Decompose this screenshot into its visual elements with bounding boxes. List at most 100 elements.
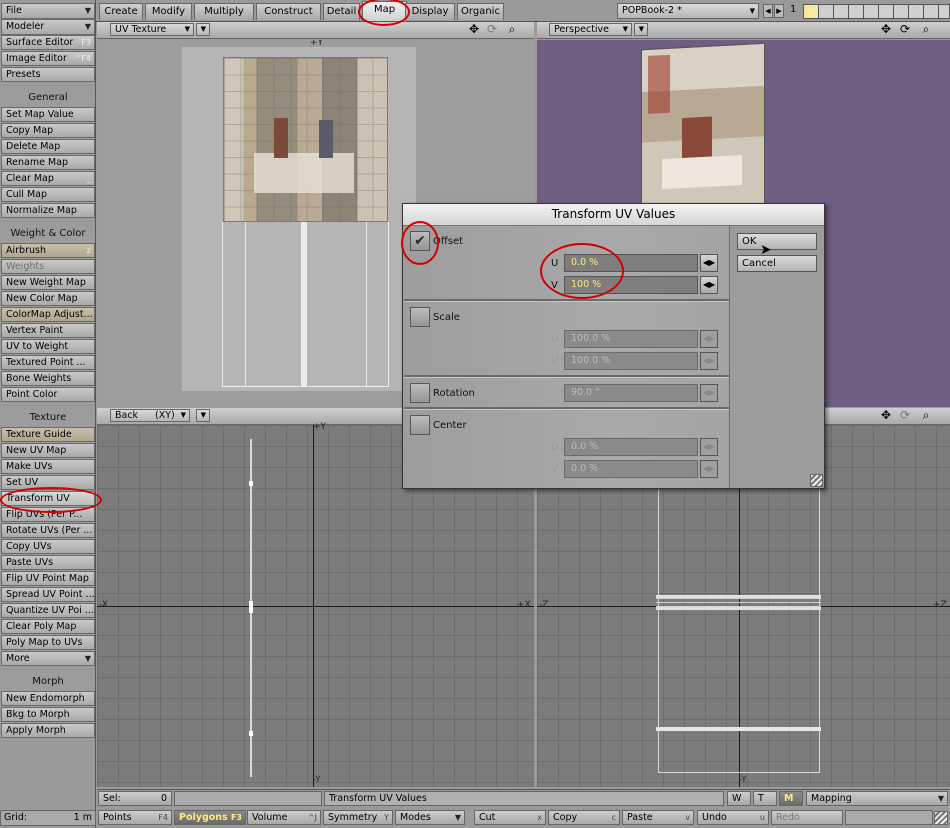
scale-v-field[interactable]: 100.0 % — [564, 352, 698, 370]
sidebar-item-flip-uv-point-map[interactable]: Flip UV Point Map — [1, 571, 95, 586]
sidebar-item-rename-map[interactable]: Rename Map — [1, 155, 95, 170]
center-u-field[interactable]: 0.0 % — [564, 438, 698, 456]
bottom-undo-button[interactable]: Undo u — [697, 810, 769, 825]
sidebar-item-bkg-to-morph[interactable]: Bkg to Morph — [1, 707, 95, 722]
sidebar-item-colormap-adjust[interactable]: ColorMap Adjust... — [1, 307, 95, 322]
layer-next-button[interactable]: ▶ — [774, 4, 784, 18]
w-toggle[interactable]: W — [727, 791, 751, 806]
uv-view-options-dropdown[interactable]: ▼ — [196, 23, 210, 36]
tab-detail[interactable]: Detail — [323, 3, 360, 20]
persp-view-options-dropdown[interactable]: ▼ — [634, 23, 648, 36]
t-toggle[interactable]: T — [753, 791, 777, 806]
move-view-icon[interactable]: ✥ — [878, 23, 894, 37]
sidebar-item-rotate-uvs-per[interactable]: Rotate UVs (Per ... — [1, 523, 95, 538]
bottom-points-button[interactable]: Points F4 — [98, 810, 172, 825]
scale-v-stepper[interactable]: ◀▶ — [700, 352, 718, 370]
resize-grip-icon[interactable] — [810, 474, 823, 487]
tab-construct[interactable]: Construct — [256, 3, 321, 20]
center-u-stepper[interactable]: ◀▶ — [700, 438, 718, 456]
zoom-view-icon[interactable]: ⌕ — [918, 23, 934, 37]
more-button[interactable]: More ▼ — [1, 651, 95, 666]
tab-create[interactable]: Create — [99, 3, 143, 20]
scale-checkbox[interactable] — [410, 307, 430, 327]
bottom-polygons-button[interactable]: Polygons F3 — [174, 810, 246, 825]
sidebar-item-new-color-map[interactable]: New Color Map — [1, 291, 95, 306]
bottom-modes-button[interactable]: Modes ▼ — [395, 810, 465, 825]
rotate-view-icon[interactable]: ⟳ — [484, 23, 500, 37]
back-view-options-dropdown[interactable]: ▼ — [196, 409, 210, 422]
rotate-view-icon[interactable]: ⟳ — [897, 23, 913, 37]
scale-u-stepper[interactable]: ◀▶ — [700, 330, 718, 348]
sidebar-item-clear-map[interactable]: Clear Map _ — [1, 171, 95, 186]
sidebar-item-presets[interactable]: Presets — [1, 67, 95, 82]
active-layer-box[interactable] — [804, 5, 818, 18]
sidebar-item-new-uv-map[interactable]: New UV Map — [1, 443, 95, 458]
m-toggle[interactable]: M — [779, 791, 803, 806]
sidebar-item-weights[interactable]: Weights — [1, 259, 95, 274]
sidebar-item-new-weight-map[interactable]: New Weight Map — [1, 275, 95, 290]
zoom-view-icon[interactable]: ⌕ — [918, 409, 934, 423]
center-v-stepper[interactable]: ◀▶ — [700, 460, 718, 478]
sidebar-item-image-editor[interactable]: Image Editor ^F4 — [1, 51, 95, 66]
sidebar-item-quantize-uv-poi[interactable]: Quantize UV Poi ... — [1, 603, 95, 618]
sidebar-item-airbrush[interactable]: Airbrush z — [1, 243, 95, 258]
sidebar-item-cull-map[interactable]: Cull Map — [1, 187, 95, 202]
scene-selector[interactable]: POPBook-2 * ▼ — [617, 3, 759, 19]
file-menu[interactable]: File ▼ — [1, 3, 95, 19]
move-view-icon[interactable]: ✥ — [878, 409, 894, 423]
tab-display[interactable]: Display — [405, 3, 455, 20]
bottom-copy-button[interactable]: Copy c — [548, 810, 620, 825]
ok-button[interactable]: OK — [737, 233, 817, 250]
modeler-menu[interactable]: Modeler ▼ — [1, 19, 95, 35]
sidebar-item-point-color[interactable]: Point Color — [1, 387, 95, 402]
sidebar-item-texture-guide[interactable]: Texture Guide — [1, 427, 95, 442]
map-mode-dropdown[interactable]: Mapping ▼ — [806, 791, 948, 806]
sidebar-item-bone-weights[interactable]: Bone Weights — [1, 371, 95, 386]
offset-v-stepper[interactable]: ◀▶ — [700, 276, 718, 294]
bottom-paste-button[interactable]: Paste v — [622, 810, 694, 825]
sidebar-item-surface-editor[interactable]: Surface Editor F3 — [1, 35, 95, 50]
sidebar-item-apply-morph[interactable]: Apply Morph — [1, 723, 95, 738]
sidebar-item-spread-uv-point[interactable]: Spread UV Point ... — [1, 587, 95, 602]
sidebar-item-paste-uvs[interactable]: Paste UVs — [1, 555, 95, 570]
scale-u-field[interactable]: 100.0 % — [564, 330, 698, 348]
bottom-volume-button[interactable]: Volume ^J — [247, 810, 321, 825]
rotation-field[interactable]: 90.0 ° — [564, 384, 698, 402]
bottom-redo-button[interactable]: Redo — [771, 810, 843, 825]
sidebar-item-delete-map[interactable]: Delete Map — [1, 139, 95, 154]
sidebar-item-set-map-value[interactable]: Set Map Value — [1, 107, 95, 122]
zoom-view-icon[interactable]: ⌕ — [504, 23, 520, 37]
rotation-stepper[interactable]: ◀▶ — [700, 384, 718, 402]
bottom-cut-button[interactable]: Cut x — [474, 810, 546, 825]
tab-modify[interactable]: Modify — [145, 3, 192, 20]
sidebar-item-uv-to-weight[interactable]: UV to Weight — [1, 339, 95, 354]
cancel-button[interactable]: Cancel — [737, 255, 817, 272]
rotation-checkbox[interactable] — [410, 383, 430, 403]
sidebar-item-poly-map-to-uvs[interactable]: Poly Map to UVs — [1, 635, 95, 650]
center-v-label: V — [551, 464, 558, 475]
tab-multiply[interactable]: Multiply — [194, 3, 254, 20]
chevron-down-icon: ▼ — [84, 6, 91, 15]
resize-grip-icon[interactable] — [934, 811, 948, 825]
center-v-field[interactable]: 0.0 % — [564, 460, 698, 478]
sidebar-item-clear-poly-map[interactable]: Clear Poly Map — [1, 619, 95, 634]
sidebar-item-copy-map[interactable]: Copy Map — [1, 123, 95, 138]
dialog-title-bar[interactable]: Transform UV Values — [403, 204, 824, 226]
bottom-symmetry-button[interactable]: Symmetry Y — [323, 810, 393, 825]
sidebar-item-copy-uvs[interactable]: Copy UVs — [1, 539, 95, 554]
rotate-view-icon[interactable]: ⟳ — [897, 409, 913, 423]
layer-prev-button[interactable]: ◀ — [763, 4, 773, 18]
uv-view-mode-dropdown[interactable]: UV Texture ▼ — [110, 23, 194, 36]
sidebar-item-normalize-map[interactable]: Normalize Map — [1, 203, 95, 218]
move-view-icon[interactable]: ✥ — [466, 23, 482, 37]
sidebar-item-make-uvs[interactable]: Make UVs — [1, 459, 95, 474]
sidebar-item-textured-point[interactable]: Textured Point ... — [1, 355, 95, 370]
tab-organic[interactable]: Organic — [457, 3, 504, 20]
sidebar-item-new-endomorph[interactable]: New Endomorph — [1, 691, 95, 706]
layer-boxes[interactable] — [803, 4, 950, 19]
center-checkbox[interactable] — [410, 415, 430, 435]
sidebar-item-vertex-paint[interactable]: Vertex Paint — [1, 323, 95, 338]
persp-view-mode-dropdown[interactable]: Perspective ▼ — [549, 23, 632, 36]
back-view-mode-dropdown[interactable]: Back (XY) ▼ — [110, 409, 190, 422]
offset-u-stepper[interactable]: ◀▶ — [700, 254, 718, 272]
